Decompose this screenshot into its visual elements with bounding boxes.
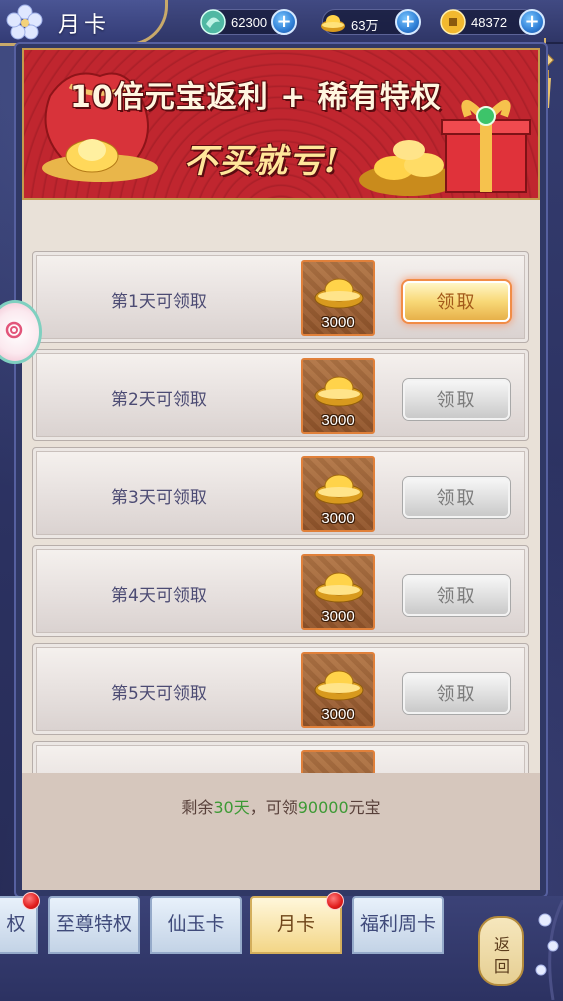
page-title: 月卡 xyxy=(58,13,111,38)
gold-ingot-icon xyxy=(321,15,345,32)
tab-privilege-partial[interactable]: 权 xyxy=(0,892,40,954)
gold-ingot-icon xyxy=(314,474,364,505)
reward-day-label: 第5天可领取 xyxy=(111,684,207,704)
gold-ingot-icon xyxy=(314,572,364,603)
summary-middle: ，可领 xyxy=(249,798,298,817)
reward-row: 第4天可领取 3000 领取 xyxy=(32,545,529,637)
claim-button[interactable]: 领取 xyxy=(403,575,510,616)
reward-list[interactable]: 第1天可领取 3000 领取 第2天可领取 3000 领取 第3天可领取 300… xyxy=(30,250,533,773)
claim-button[interactable]: 领取 xyxy=(403,379,510,420)
tab-jade-card[interactable]: 仙玉卡 xyxy=(150,896,242,954)
gold-ingot-icon xyxy=(314,376,364,407)
reward-row: 第1天可领取 3000 领取 xyxy=(32,251,529,343)
reward-row: 第5天可领取 3000 领取 xyxy=(32,643,529,735)
content-footer xyxy=(22,773,540,890)
summary-amount: 90000 xyxy=(297,798,349,817)
summary-suffix: 元宝 xyxy=(348,798,381,817)
summary-days: 30天 xyxy=(213,798,250,817)
claim-button[interactable]: 领取 xyxy=(403,281,510,322)
remaining-summary: 剩余30天，可领90000元宝 xyxy=(22,794,540,818)
add-gold-button[interactable]: + xyxy=(395,9,421,35)
red-dot-badge xyxy=(326,892,344,910)
reward-item[interactable]: 3000 xyxy=(301,554,375,630)
plum-blossom-icon xyxy=(6,4,43,40)
tab-supreme-privilege[interactable]: 至尊特权 xyxy=(48,896,140,954)
claim-button[interactable]: 领取 xyxy=(403,673,510,714)
currency-gold: 63万 + xyxy=(321,9,421,35)
gold-value: 63万 xyxy=(351,18,379,33)
banner-headline: 10倍元宝返利 + 稀有特权 xyxy=(70,80,442,115)
copper-coin-icon xyxy=(440,9,466,35)
reward-row-partial xyxy=(32,741,529,773)
promo-banner: 10倍元宝返利 + 稀有特权 不买就亏! xyxy=(22,48,540,200)
reward-quantity: 3000 xyxy=(321,608,355,625)
reward-day-label: 第4天可领取 xyxy=(111,586,207,606)
title-tab: 月卡 xyxy=(0,0,168,46)
back-label: 返回 xyxy=(493,935,510,976)
tab-label: 福利周卡 xyxy=(359,913,436,935)
reward-row: 第2天可领取 3000 领取 xyxy=(32,349,529,441)
add-jade-button[interactable]: + xyxy=(271,9,297,35)
reward-row: 第3天可领取 3000 领取 xyxy=(32,447,529,539)
reward-item[interactable]: 3000 xyxy=(301,358,375,434)
tab-label: 仙玉卡 xyxy=(167,913,225,935)
gold-ingot-icon xyxy=(314,278,364,309)
coin-value: 48372 xyxy=(471,15,508,30)
reward-quantity: 3000 xyxy=(321,314,355,331)
plum-branch-icon xyxy=(535,900,563,1000)
jade-icon xyxy=(200,9,226,35)
reward-day-label: 第1天可领取 xyxy=(111,292,207,312)
tab-monthly-card[interactable]: 月卡 xyxy=(250,892,344,954)
reward-quantity: 3000 xyxy=(321,510,355,527)
summary-prefix: 剩余 xyxy=(181,798,214,817)
tab-label: 至尊特权 xyxy=(55,913,132,935)
jade-value: 62300 xyxy=(231,15,268,30)
red-dot-badge xyxy=(22,892,40,910)
swirl-icon xyxy=(5,321,23,339)
currency-coin: 48372 + xyxy=(440,9,545,35)
tab-weekly-welfare-card[interactable]: 福利周卡 xyxy=(352,896,444,954)
reward-day-label: 第2天可领取 xyxy=(111,390,207,410)
add-coin-button[interactable]: + xyxy=(519,9,545,35)
banner-slogan: 不买就亏! xyxy=(184,141,341,180)
reward-item[interactable] xyxy=(301,750,375,773)
gold-ingot-icon xyxy=(314,670,364,701)
reward-quantity: 3000 xyxy=(321,412,355,429)
currency-jade: 62300 + xyxy=(200,9,297,35)
claim-button[interactable]: 领取 xyxy=(403,477,510,518)
reward-item[interactable]: 3000 xyxy=(301,652,375,728)
reward-quantity: 3000 xyxy=(321,706,355,723)
reward-item[interactable]: 3000 xyxy=(301,456,375,532)
tab-label: 月卡 xyxy=(276,913,315,935)
reward-day-label: 第3天可领取 xyxy=(111,488,207,508)
tab-label: 权 xyxy=(6,913,26,935)
reward-item[interactable]: 3000 xyxy=(301,260,375,336)
